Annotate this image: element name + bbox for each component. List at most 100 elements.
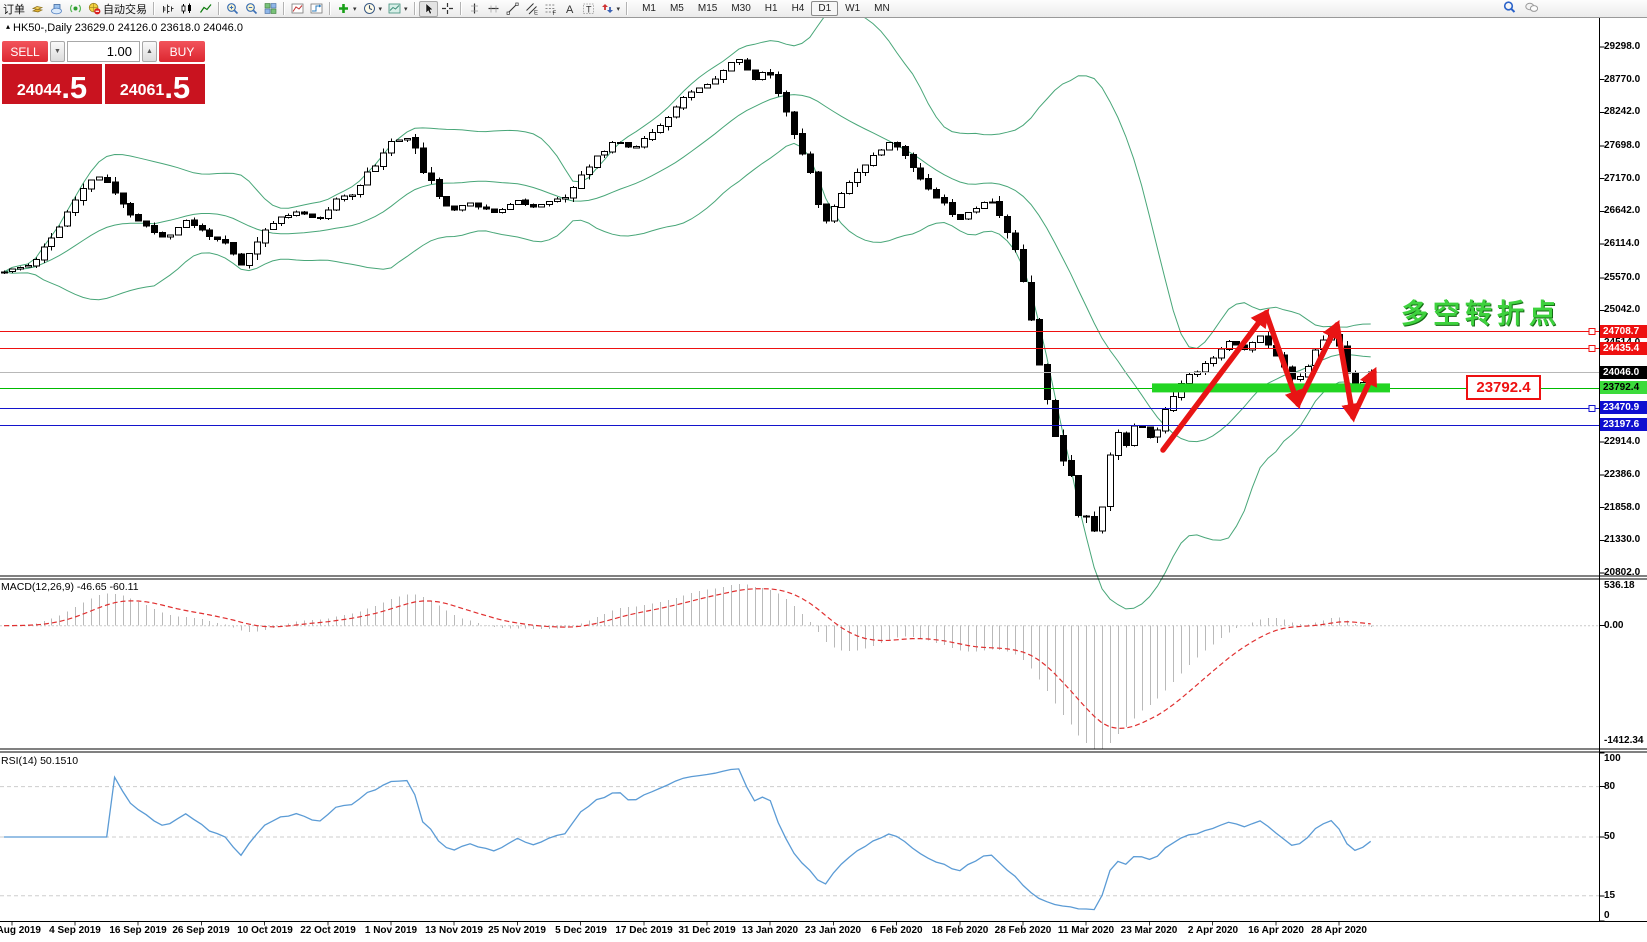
- timeframe-h1-button[interactable]: H1: [758, 1, 785, 16]
- candles-layer: [1, 58, 1375, 534]
- channel-button[interactable]: E: [522, 1, 541, 17]
- buy-price-main: 24061: [119, 82, 165, 99]
- autotrading-icon: [88, 2, 101, 15]
- toolbar-separator: [218, 2, 220, 15]
- trendline-button[interactable]: [503, 1, 522, 17]
- timeframe-mn-button[interactable]: MN: [867, 1, 897, 16]
- timeframe-m5-button[interactable]: M5: [663, 1, 691, 16]
- zoom-out-button[interactable]: [242, 1, 261, 17]
- volume-input[interactable]: 1.00: [67, 41, 140, 62]
- text-label-button[interactable]: T: [579, 1, 598, 17]
- text-icon: A: [563, 2, 576, 15]
- line-chart-button[interactable]: [196, 1, 215, 17]
- bar-chart-button[interactable]: [158, 1, 177, 17]
- search-icon[interactable]: [1503, 1, 1516, 17]
- tile-windows-button[interactable]: [261, 1, 280, 17]
- turning-point-annotation[interactable]: 多空转折点: [1401, 292, 1561, 331]
- price-tick-label: 22386.0: [1604, 468, 1641, 480]
- date-tick-label: 26 Sep 2019: [172, 925, 230, 936]
- timeframe-w1-button[interactable]: W1: [838, 1, 867, 16]
- price-tick-label: 28242.0: [1604, 106, 1641, 118]
- history-book-button[interactable]: [28, 1, 47, 17]
- horizontal-line-button[interactable]: [484, 1, 503, 17]
- price-badge: 23470.9: [1600, 401, 1647, 414]
- objects-list-button[interactable]: [307, 1, 326, 17]
- chart-area[interactable]: [0, 0, 1647, 942]
- sell-price-frac: .5: [61, 70, 88, 105]
- sell-price-display[interactable]: 24044.5: [2, 64, 102, 104]
- fibonacci-button[interactable]: F: [541, 1, 560, 17]
- crosshair-icon: [441, 2, 454, 15]
- chevron-down-icon: ▾: [616, 5, 621, 13]
- horizontal-level-lines[interactable]: [0, 327, 1600, 427]
- autotrading-button[interactable]: 自动交易: [85, 1, 150, 17]
- date-tick-label: 25 Nov 2019: [488, 925, 546, 936]
- tile-windows-icon: [264, 2, 277, 15]
- price-level-label[interactable]: 23792.4: [1466, 375, 1541, 400]
- sell-button[interactable]: SELL: [2, 41, 48, 62]
- cursor-button[interactable]: [418, 0, 438, 17]
- zoom-in-button[interactable]: [223, 1, 242, 17]
- date-tick-label: 23 Jan 2020: [804, 925, 862, 936]
- market-watch-icon: [50, 2, 63, 15]
- date-tick-label: 18 Feb 2020: [931, 925, 989, 936]
- period-icon: [363, 2, 376, 15]
- candlestick-chart-button[interactable]: [177, 1, 196, 17]
- zoom-in-icon: [226, 2, 239, 15]
- macd-label: MACD(12,26,9) -46.65 -60.11: [1, 581, 139, 593]
- timeframe-d1-button[interactable]: D1: [811, 1, 839, 16]
- timeframe-m15-button[interactable]: M15: [691, 1, 724, 16]
- rsi-label: RSI(14) 50.1510: [1, 755, 79, 767]
- buy-button[interactable]: BUY: [159, 41, 205, 62]
- horizontal-line-icon: [487, 2, 500, 15]
- text-button[interactable]: A: [560, 1, 579, 17]
- date-tick-label: 16 Apr 2020: [1248, 925, 1304, 936]
- crosshair-button[interactable]: [438, 1, 457, 17]
- toolbar-separator: [626, 2, 629, 15]
- add-indicator-button[interactable]: ▾: [334, 1, 360, 17]
- date-tick-label: 17 Dec 2019: [615, 925, 673, 936]
- timeframe-m30-button[interactable]: M30: [724, 1, 757, 16]
- date-tick-label: 23 Mar 2020: [1120, 925, 1178, 936]
- svg-text:A: A: [566, 4, 574, 15]
- arrows-button[interactable]: ▾: [598, 1, 624, 17]
- date-tick-label: 23 Aug 2019: [0, 925, 41, 936]
- new-order-button[interactable]: 订单: [0, 1, 28, 17]
- template-button[interactable]: ▾: [385, 1, 411, 17]
- volume-down-button[interactable]: ▼: [50, 41, 65, 62]
- buy-price-display[interactable]: 24061.5: [105, 64, 205, 104]
- chevron-down-icon: ▾: [353, 5, 357, 13]
- signals-button[interactable]: [66, 1, 85, 17]
- green-highlight-bar[interactable]: [1152, 383, 1390, 393]
- date-tick-label: 5 Dec 2019: [555, 925, 607, 936]
- date-tick-label: 31 Dec 2019: [678, 925, 736, 936]
- price-badge: 23792.4: [1600, 381, 1647, 394]
- chart-title-text: HK50-,Daily 23629.0 24126.0 23618.0 2404…: [13, 22, 243, 34]
- toolbar: 订单 自动交易 ▾ ▾ ▾ E F A T ▾ M1 M5 M15 M30 H1 H4 D1 W1 MN: [0, 0, 1647, 18]
- trendline-icon: [506, 2, 519, 15]
- vertical-line-button[interactable]: [465, 1, 484, 17]
- indicators-list-button[interactable]: [288, 1, 307, 17]
- rsi-line: [4, 768, 1372, 911]
- volume-up-button[interactable]: ▲: [142, 41, 157, 62]
- timeframe-h4-button[interactable]: H4: [785, 1, 812, 16]
- chat-icon[interactable]: [1525, 1, 1539, 17]
- pane-frames: [0, 17, 1647, 926]
- one-click-trade-panel: SELL ▼ 1.00 ▲ BUY 24044.5 24061.5: [2, 41, 205, 104]
- date-tick-label: 2 Apr 2020: [1187, 925, 1239, 936]
- rsi-tick-label: 0: [1604, 910, 1610, 921]
- period-button[interactable]: ▾: [360, 1, 386, 17]
- chevron-down-icon: ▾: [378, 5, 383, 13]
- objects-list-icon: [310, 2, 323, 15]
- date-tick-label: 10 Oct 2019: [237, 925, 293, 936]
- price-badge: 24708.7: [1600, 325, 1647, 338]
- time-axis[interactable]: 23 Aug 2019 4 Sep 2019 16 Sep 2019 26 Sep 2…: [0, 923, 1647, 942]
- history-book-icon: [31, 2, 44, 15]
- new-order-button-label: 订单: [3, 3, 25, 16]
- price-badge: 24435.4: [1600, 342, 1647, 355]
- date-tick-label: 1 Nov 2019: [364, 925, 418, 936]
- market-watch-button[interactable]: [47, 1, 66, 17]
- toolbar-separator: [153, 2, 155, 15]
- timeframe-m1-button[interactable]: M1: [635, 1, 663, 16]
- bar-chart-icon: [161, 2, 174, 15]
